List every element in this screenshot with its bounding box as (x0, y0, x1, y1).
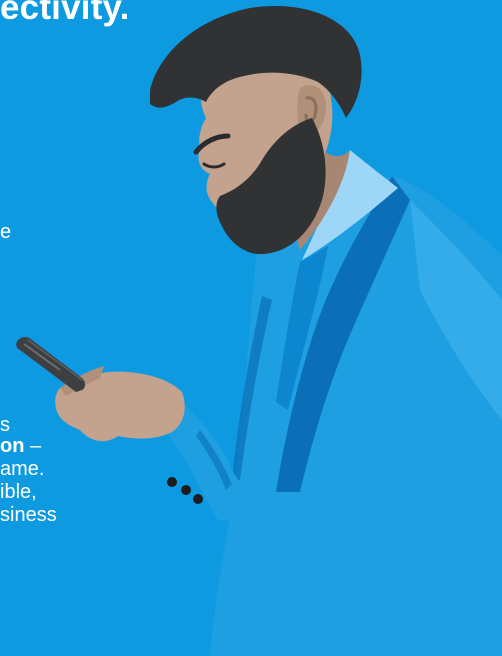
cuff-button (193, 494, 203, 504)
cuff-button (167, 477, 177, 487)
hero-banner: ectivity. e s on – ame. ible, siness (0, 0, 502, 656)
cuff-button (181, 485, 191, 495)
businessman-with-phone-illustration (16, 5, 502, 656)
